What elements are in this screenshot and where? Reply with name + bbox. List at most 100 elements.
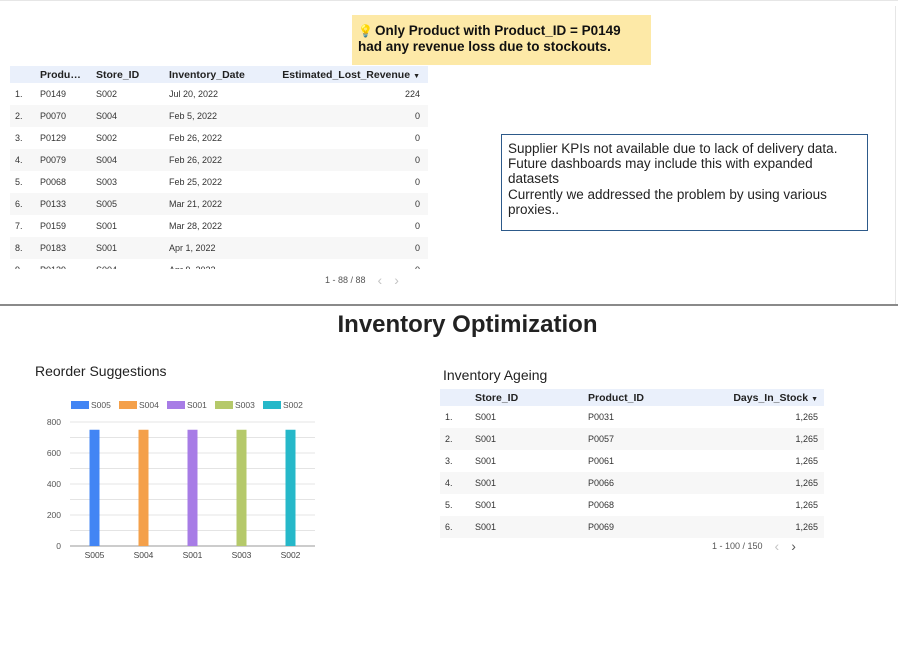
right-border (895, 6, 896, 306)
store-id-cell: S002 (96, 133, 118, 143)
table-row[interactable]: 5. S001 P0068 1,265 (440, 494, 824, 516)
product-id-cell: P0068 (588, 500, 615, 510)
supplier-note-line-2: Future dashboards may include this with … (508, 156, 813, 187)
stockout-note: 💡 Only Product with Product_ID = P0149 ha… (352, 15, 651, 65)
row-index: 6. (445, 522, 453, 532)
table-row[interactable]: 8. P0183 S001 Apr 1, 2022 0 (10, 237, 428, 259)
inventory-date-cell: Mar 28, 2022 (169, 221, 223, 231)
product-id-cell: P0133 (40, 199, 67, 209)
section-divider (0, 304, 898, 306)
row-index: 4. (445, 478, 453, 488)
pager-label: 1 - 88 / 88 (325, 275, 366, 285)
prev-page-icon[interactable]: ‹ (775, 538, 780, 554)
row-index: 4. (15, 155, 23, 165)
store-id-cell: S001 (96, 221, 118, 231)
row-index: 9. (10, 265, 40, 269)
row-index: 8. (15, 243, 23, 253)
x-tick-label: S001 (183, 550, 203, 560)
ageing-table-title: Inventory Ageing (443, 367, 548, 383)
table-row[interactable]: 7. P0159 S001 Mar 28, 2022 0 (10, 215, 428, 237)
col-header-revenue[interactable]: Estimated_Lost_Revenue ▼ (269, 69, 428, 81)
days-in-stock-cell: 1,265 (795, 456, 818, 466)
table-header: Produ… Store_ID Inventory_Date Estimated… (10, 66, 428, 83)
table-row[interactable]: 3. P0129 S002 Feb 26, 2022 0 (10, 127, 428, 149)
table-row[interactable]: 1. P0149 S002 Jul 20, 2022 224 (10, 83, 428, 105)
row-index: 5. (445, 500, 453, 510)
table-row[interactable]: 2. P0070 S004 Feb 5, 2022 0 (10, 105, 428, 127)
x-tick-label: S003 (232, 550, 252, 560)
table-row[interactable]: 6. S001 P0069 1,265 (440, 516, 824, 538)
sort-desc-icon: ▼ (811, 395, 818, 403)
lost-revenue-cell: 0 (414, 155, 420, 165)
product-id-cell: P0070 (40, 111, 67, 121)
x-tick-label: S004 (134, 550, 154, 560)
product-id-cell: P0069 (588, 522, 615, 532)
table-row[interactable]: 4. S001 P0066 1,265 (440, 472, 824, 494)
supplier-note: Supplier KPIs not available due to lack … (501, 134, 868, 231)
col-header-store[interactable]: Store_ID (470, 392, 588, 404)
inventory-date-cell: Apr 1, 2022 (169, 243, 216, 253)
legend-label-s003: S003 (235, 400, 255, 410)
col-header-date[interactable]: Inventory_Date (169, 69, 269, 81)
legend-label-s004: S004 (139, 400, 159, 410)
next-page-icon[interactable]: › (394, 272, 399, 288)
sort-desc-icon: ▼ (413, 72, 420, 80)
row-index: 7. (15, 221, 23, 231)
table-row[interactable]: 2. S001 P0057 1,265 (440, 428, 824, 450)
y-tick-label: 800 (47, 417, 61, 427)
legend-swatch-s004 (119, 401, 137, 409)
store-id-cell: S002 (96, 89, 118, 99)
bar-s003 (236, 429, 247, 546)
legend-swatch-s002 (263, 401, 281, 409)
store-id-cell: S004 (96, 265, 169, 269)
prev-page-icon[interactable]: ‹ (378, 272, 383, 288)
section-title: Inventory Optimization (337, 311, 598, 338)
y-tick-label: 200 (47, 510, 61, 520)
table-row[interactable]: 6. P0133 S005 Mar 21, 2022 0 (10, 193, 428, 215)
product-id-cell: P0066 (588, 478, 615, 488)
product-id-cell: P0061 (588, 456, 615, 466)
table-row[interactable]: 9.P0139S004Apr 9, 20220 (10, 259, 428, 269)
top-border (0, 0, 898, 6)
col-header-product[interactable]: Product_ID (588, 392, 708, 404)
product-id-cell: P0068 (40, 177, 67, 187)
inventory-date-cell: Apr 9, 2022 (169, 265, 269, 269)
row-index: 6. (15, 199, 23, 209)
inventory-date-cell: Mar 21, 2022 (169, 199, 223, 209)
next-page-icon[interactable]: › (791, 538, 796, 554)
lost-revenue-cell: 0 (414, 243, 420, 253)
lost-revenue-cell: 0 (269, 265, 428, 269)
lost-revenue-pager: 1 - 88 / 88 ‹ › (325, 272, 399, 288)
store-id-cell: S001 (475, 456, 497, 466)
product-id-cell: P0031 (588, 412, 615, 422)
reorder-bar-chart: S005 S004 S001 S003 S002 0 200 400 600 800 S005 S00… (47, 400, 315, 560)
supplier-note-line-1: Supplier KPIs not available due to lack … (508, 141, 838, 156)
col-header-days[interactable]: Days_In_Stock ▼ (708, 392, 824, 404)
inventory-date-cell: Jul 20, 2022 (169, 89, 219, 99)
store-id-cell: S004 (96, 155, 118, 165)
days-in-stock-cell: 1,265 (795, 522, 818, 532)
legend-swatch-s003 (215, 401, 233, 409)
table-body: 1. S001 P0031 1,265 2. S001 P0057 1,265 3. S001 P0… (440, 406, 824, 538)
store-id-cell: S001 (475, 500, 497, 510)
lost-revenue-cell: 0 (414, 133, 420, 143)
y-tick-label: 400 (47, 479, 61, 489)
table-row[interactable]: 3. S001 P0061 1,265 (440, 450, 824, 472)
row-index: 2. (445, 434, 453, 444)
store-id-cell: S001 (475, 522, 497, 532)
store-id-cell: S001 (475, 412, 497, 422)
days-in-stock-cell: 1,265 (795, 412, 818, 422)
product-id-cell: P0159 (40, 221, 67, 231)
legend-label-s001: S001 (187, 400, 207, 410)
days-in-stock-cell: 1,265 (795, 434, 818, 444)
table-row[interactable]: 4. P0079 S004 Feb 26, 2022 0 (10, 149, 428, 171)
col-header-product[interactable]: Produ… (40, 69, 96, 81)
col-header-store[interactable]: Store_ID (96, 69, 169, 81)
product-id-cell: P0057 (588, 434, 615, 444)
table-row[interactable]: 5. P0068 S003 Feb 25, 2022 0 (10, 171, 428, 193)
table-row[interactable]: 1. S001 P0031 1,265 (440, 406, 824, 428)
supplier-note-line-3: Currently we addressed the problem by us… (508, 186, 827, 217)
store-id-cell: S003 (96, 177, 118, 187)
bar-s004 (138, 429, 149, 546)
row-index: 3. (445, 456, 453, 466)
